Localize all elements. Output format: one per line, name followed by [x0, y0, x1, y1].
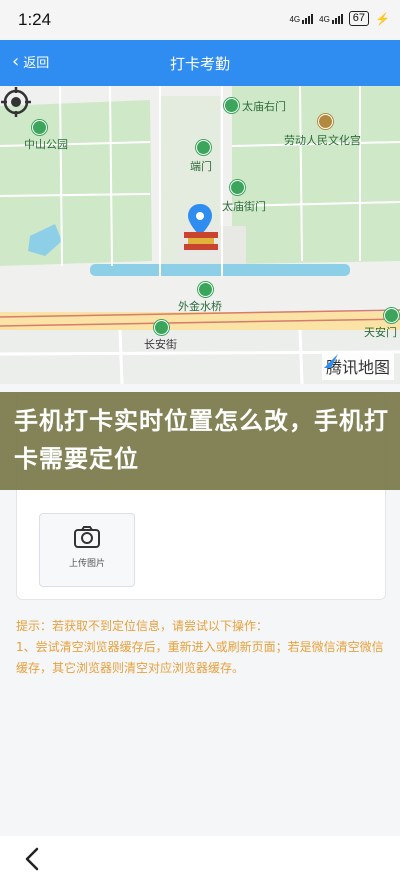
tip-step-1: 1、尝试清空浏览器缓存后，重新进入或刷新页面；若是微信清空微信缓存，其它浏览器则… [16, 640, 384, 675]
map-label: 端门 [190, 160, 212, 173]
charging-icon: ⚡ [375, 11, 390, 26]
map-label: 太庙右门 [242, 100, 286, 113]
map-label: 太庙街门 [222, 200, 266, 213]
poi-icon [198, 282, 213, 297]
poi-icon [196, 140, 211, 155]
upload-image-button[interactable]: 上传图片 [39, 513, 135, 587]
headline-text: 手机打卡实时位置怎么改，手机打卡需要定位 [14, 407, 389, 473]
map-label: 劳动人民文化宫 [284, 134, 361, 147]
map-brand: 腾讯地图 [321, 352, 394, 380]
signal-icon-2: 4G [319, 13, 343, 24]
poi-icon [384, 308, 399, 323]
map-label: 中山公园 [24, 138, 68, 151]
map-label: 长安街 [144, 338, 177, 351]
system-nav-bar [0, 836, 400, 882]
poi-icon [224, 98, 239, 113]
system-back-icon[interactable] [22, 846, 42, 872]
status-bar: 1:24 4G 4G 67 ⚡ [0, 0, 400, 40]
poi-icon [230, 180, 245, 195]
article-headline-overlay: 手机打卡实时位置怎么改，手机打卡需要定位 [0, 392, 400, 490]
map-canvas [0, 86, 400, 384]
map-view[interactable]: 太庙右门 中山公园 劳动人民文化宫 端门 太庙街门 外金水桥 长安街 天安门 腾… [0, 86, 400, 384]
page-title: 打卡考勤 [169, 55, 230, 73]
camera-icon [74, 526, 100, 548]
poi-icon [154, 320, 169, 335]
battery-icon: 67 [348, 11, 370, 26]
poi-icon [32, 120, 47, 135]
signal-icon: 4G [289, 13, 314, 24]
upload-label: 上传图片 [68, 559, 105, 569]
nav-bar: ‹ 返回 打卡考勤 [0, 40, 400, 86]
locate-icon[interactable] [0, 86, 32, 118]
tips-section: 提示：若获取不到定位信息，请尝试以下操作： 1、尝试清空浏览器缓存后，重新进入或… [16, 616, 388, 679]
poi-icon [318, 114, 333, 129]
tencent-map-logo-icon [323, 354, 338, 368]
map-label: 外金水桥 [178, 300, 222, 313]
status-time: 1:24 [18, 10, 52, 29]
tip-title: 提示：若获取不到定位信息，请尝试以下操作： [16, 619, 269, 633]
map-label: 天安门 [364, 326, 397, 339]
status-icons: 4G 4G 67 ⚡ [289, 11, 390, 26]
